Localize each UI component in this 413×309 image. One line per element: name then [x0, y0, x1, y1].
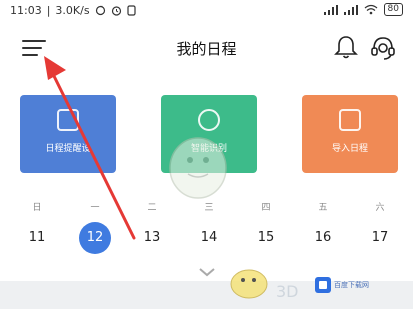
alarm-icon [111, 6, 121, 16]
date-cell[interactable]: 13 [137, 230, 167, 245]
battery-indicator: 80 [383, 3, 403, 16]
date-cell[interactable]: 16 [308, 230, 338, 245]
watermark-mascot [230, 269, 268, 299]
watermark-logo-icon [315, 277, 331, 293]
status-time: 11:03 [10, 4, 42, 17]
card-reminder[interactable]: 日程提醒设 [20, 95, 116, 173]
card-import[interactable]: 导入日程 [302, 95, 398, 173]
weekday-label: 二 [147, 203, 157, 213]
bell-icon[interactable] [333, 34, 359, 60]
chevron-down-icon[interactable] [198, 266, 216, 278]
status-divider: | [46, 4, 51, 17]
status-right: 80 [323, 3, 403, 16]
card-label: 日程提醒设 [45, 144, 91, 154]
status-speed: 3.0K/s [55, 4, 90, 17]
watermark-logo: 百度下载网 [315, 273, 375, 297]
signal-icon-2 [343, 4, 358, 15]
weekday-row: 日 一 二 三 四 五 六 [0, 200, 413, 214]
calendar-icon [57, 109, 79, 131]
status-bar: 11:03 | 3.0K/s 80 [0, 0, 413, 24]
date-cell[interactable]: 11 [22, 230, 52, 245]
watermark-site-name: 百度下载网 [334, 280, 369, 289]
date-cell[interactable]: 14 [194, 230, 224, 245]
watermark-brand: 3D [276, 282, 299, 301]
weekday-label: 四 [261, 203, 271, 213]
signal-icon-1 [323, 4, 338, 15]
wifi-icon [364, 4, 377, 15]
weekday-label: 日 [32, 203, 42, 213]
date-cell-selected[interactable]: 12 [79, 222, 111, 254]
weekday-label: 三 [204, 203, 214, 213]
app-header: 我的日程 [0, 28, 413, 68]
date-cell[interactable]: 15 [251, 230, 281, 245]
card-label: 导入日程 [331, 144, 368, 154]
status-left: 11:03 | 3.0K/s [10, 4, 136, 17]
date-row: 11 12 13 14 15 16 17 [0, 222, 413, 254]
weekday-label: 五 [318, 203, 328, 213]
mascot-illustration [169, 137, 227, 199]
headset-icon[interactable] [369, 34, 397, 62]
sync-icon [95, 5, 105, 16]
weekday-label: 六 [375, 203, 385, 213]
date-cell[interactable]: 17 [365, 230, 395, 245]
plus-icon [339, 109, 361, 131]
sim-icon [126, 5, 136, 16]
weekday-label: 一 [90, 203, 100, 213]
